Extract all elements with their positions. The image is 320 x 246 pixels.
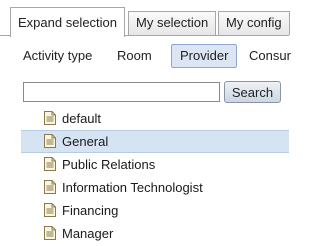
subtab-provider[interactable]: Provider xyxy=(171,44,238,68)
list-item-label: Manager xyxy=(62,226,114,241)
list-item-label: Public Relations xyxy=(62,157,156,172)
search-button[interactable]: Search xyxy=(224,81,281,103)
provider-list: default General Public Relations Informa… xyxy=(0,107,289,245)
list-item-label: Information Technologist xyxy=(62,180,203,195)
subtab-consumer[interactable]: Consur xyxy=(240,44,300,68)
document-icon xyxy=(44,180,56,194)
document-icon xyxy=(44,203,56,217)
subtab-activity-type[interactable]: Activity type xyxy=(14,44,101,68)
subtab-room[interactable]: Room xyxy=(108,44,161,68)
tab-my-config[interactable]: My config xyxy=(218,11,290,35)
filter-subtab-bar: Activity type Room Provider Consur xyxy=(0,42,291,70)
list-item-label: default xyxy=(62,111,102,126)
document-icon xyxy=(44,157,56,171)
list-item-general[interactable]: General xyxy=(21,130,289,153)
list-item-manager[interactable]: Manager xyxy=(0,222,289,245)
list-item-label: General xyxy=(62,134,109,149)
list-item-public-relations[interactable]: Public Relations xyxy=(0,153,289,176)
main-tab-bar: Expand selection My selection My config xyxy=(0,0,290,38)
list-item-financing[interactable]: Financing xyxy=(0,199,289,222)
document-icon xyxy=(44,226,56,240)
search-row: Search xyxy=(0,80,289,104)
document-icon xyxy=(44,134,56,148)
search-input[interactable] xyxy=(23,82,220,102)
tab-my-selection[interactable]: My selection xyxy=(128,11,217,35)
document-icon xyxy=(44,111,56,125)
list-item-default[interactable]: default xyxy=(0,107,289,130)
list-item-information-technologist[interactable]: Information Technologist xyxy=(0,176,289,199)
list-item-label: Financing xyxy=(62,203,119,218)
tab-expand-selection[interactable]: Expand selection xyxy=(10,7,126,37)
